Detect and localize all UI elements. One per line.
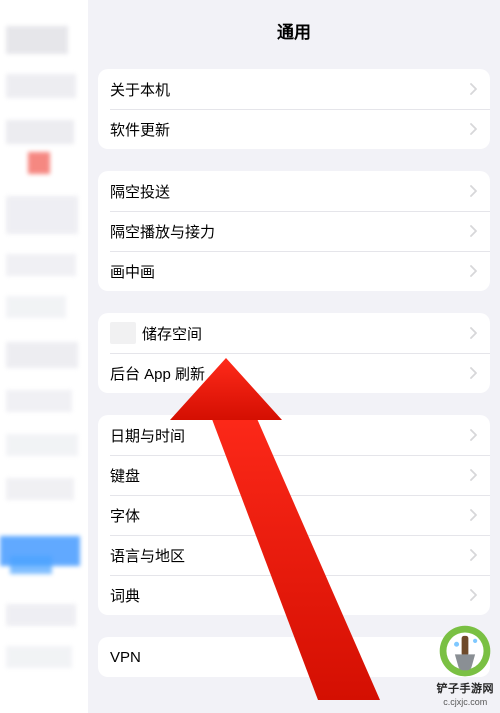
chevron-right-icon: [470, 327, 478, 339]
row-label: 日期与时间: [110, 425, 470, 446]
row-language-region[interactable]: 语言与地区: [98, 535, 490, 575]
chevron-right-icon: [470, 123, 478, 135]
obscured-prefix: [110, 322, 136, 344]
row-airdrop[interactable]: 隔空投送: [98, 171, 490, 211]
row-label: 隔空播放与接力: [110, 221, 470, 242]
chevron-right-icon: [470, 651, 478, 663]
row-storage[interactable]: 储存空间: [98, 313, 490, 353]
group-system: 日期与时间 键盘 字体 语言与地区 词典: [98, 415, 490, 615]
row-dictionary[interactable]: 词典: [98, 575, 490, 615]
chevron-right-icon: [470, 83, 478, 95]
row-about-device[interactable]: 关于本机: [98, 69, 490, 109]
row-label: 画中画: [110, 261, 470, 282]
row-keyboard[interactable]: 键盘: [98, 455, 490, 495]
group-storage: 储存空间 后台 App 刷新: [98, 313, 490, 393]
row-label: 关于本机: [110, 79, 470, 100]
chevron-right-icon: [470, 225, 478, 237]
general-settings-pane: 通用 关于本机 软件更新 隔空投送 隔空播放与接力: [88, 0, 500, 713]
page-title: 通用: [88, 18, 500, 61]
chevron-right-icon: [470, 589, 478, 601]
chevron-right-icon: [470, 265, 478, 277]
group-airplay: 隔空投送 隔空播放与接力 画中画: [98, 171, 490, 291]
row-airplay-handoff[interactable]: 隔空播放与接力: [98, 211, 490, 251]
chevron-right-icon: [470, 469, 478, 481]
row-label: 键盘: [110, 465, 470, 486]
chevron-right-icon: [470, 367, 478, 379]
group-vpn: VPN: [98, 637, 490, 677]
chevron-right-icon: [470, 185, 478, 197]
row-vpn[interactable]: VPN: [98, 637, 490, 677]
row-background-app-refresh[interactable]: 后台 App 刷新: [98, 353, 490, 393]
row-picture-in-picture[interactable]: 画中画: [98, 251, 490, 291]
row-label: 软件更新: [110, 119, 470, 140]
row-label: 字体: [110, 505, 470, 526]
chevron-right-icon: [470, 429, 478, 441]
group-about: 关于本机 软件更新: [98, 69, 490, 149]
row-label: 词典: [110, 585, 470, 606]
row-label: 语言与地区: [110, 545, 470, 566]
row-label: 储存空间: [142, 323, 470, 344]
row-date-time[interactable]: 日期与时间: [98, 415, 490, 455]
row-software-update[interactable]: 软件更新: [98, 109, 490, 149]
chevron-right-icon: [470, 509, 478, 521]
settings-groups: 关于本机 软件更新 隔空投送 隔空播放与接力 画中画: [88, 61, 500, 677]
row-fonts[interactable]: 字体: [98, 495, 490, 535]
row-label: VPN: [110, 649, 470, 666]
row-label: 后台 App 刷新: [110, 363, 470, 384]
row-label: 隔空投送: [110, 181, 470, 202]
chevron-right-icon: [470, 549, 478, 561]
settings-sidebar[interactable]: [0, 0, 88, 713]
